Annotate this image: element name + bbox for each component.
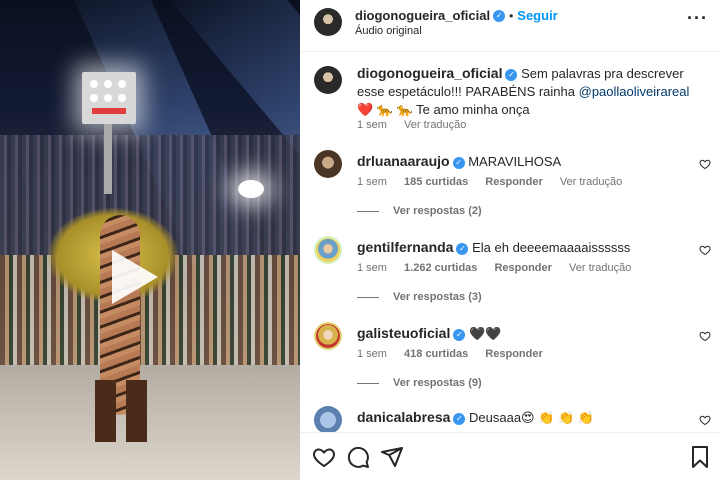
view-replies-label: Ver respostas (2) — [393, 205, 482, 217]
comment-likes[interactable]: 1.262 curtidas — [404, 262, 477, 274]
comment-body: 🖤🖤 — [468, 326, 502, 341]
like-comment-heart-icon[interactable] — [699, 414, 711, 426]
replies-divider — [357, 382, 379, 384]
caption-time[interactable]: 1 sem — [357, 119, 387, 131]
comment-item: danicalabresa ✓ Deusaaa😍 👏 👏 👏 — [300, 406, 720, 432]
bookmark-icon[interactable] — [688, 445, 712, 469]
share-icon[interactable] — [380, 445, 404, 469]
comment-username[interactable]: gentilfernanda — [357, 239, 453, 255]
view-replies-label: Ver respostas (3) — [393, 291, 482, 303]
comment-likes[interactable]: 418 curtidas — [404, 348, 468, 360]
comment-username[interactable]: galisteuoficial — [357, 325, 450, 341]
heart-icon[interactable] — [312, 445, 336, 469]
stadium-light — [238, 180, 264, 198]
commenter-avatar[interactable] — [314, 150, 342, 178]
comment-username[interactable]: danicalabresa — [357, 409, 450, 425]
translate-link[interactable]: Ver tradução — [569, 262, 631, 274]
verified-badge-icon: ✓ — [456, 242, 469, 255]
like-comment-heart-icon[interactable] — [699, 330, 711, 342]
comment-meta: 1 sem 185 curtidas Responder Ver traduçã… — [357, 176, 636, 188]
audio-label[interactable]: Áudio original — [355, 25, 422, 37]
comment-body: Ela eh deeeemaaaaissssss — [472, 240, 631, 255]
verified-badge-icon: ✓ — [452, 156, 465, 169]
caption-body-end: ❤️ 🐆 🐆 Te amo minha onça — [357, 102, 530, 117]
translate-link[interactable]: Ver tradução — [404, 119, 466, 131]
parade-floor — [0, 365, 300, 480]
comment-text: gentilfernanda ✓ Ela eh deeeemaaaaissssss — [357, 238, 630, 257]
comment-text: drluanaaraujo ✓ MARAVILHOSA — [357, 152, 561, 171]
comment-body: MARAVILHOSA — [468, 154, 562, 169]
post-media[interactable] — [0, 0, 300, 480]
comment-time[interactable]: 1 sem — [357, 348, 387, 360]
comment-likes[interactable]: 185 curtidas — [404, 176, 468, 188]
view-replies-button[interactable]: Ver respostas (3) — [357, 291, 482, 303]
comment-time[interactable]: 1 sem — [357, 176, 387, 188]
play-button[interactable] — [100, 240, 170, 314]
view-replies-button[interactable]: Ver respostas (2) — [357, 205, 482, 217]
view-replies-button[interactable]: Ver respostas (9) — [357, 377, 482, 389]
verified-badge-icon: ✓ — [505, 68, 518, 81]
comment-meta: 1 sem 1.262 curtidas Responder Ver tradu… — [357, 262, 645, 274]
comment-text: galisteuoficial ✓ 🖤🖤 — [357, 324, 501, 343]
like-comment-heart-icon[interactable] — [699, 158, 711, 170]
verified-badge-icon: ✓ — [453, 328, 466, 341]
caption-mention[interactable]: @paollaoliveirareal — [579, 84, 690, 99]
replies-divider — [357, 210, 379, 212]
commenter-avatar[interactable] — [314, 406, 342, 432]
stadium-light-tower — [82, 72, 136, 124]
like-comment-heart-icon[interactable] — [699, 244, 711, 256]
view-replies-label: Ver respostas (9) — [393, 377, 482, 389]
more-horizontal-icon[interactable]: ··· — [687, 8, 708, 29]
post-header: diogonogueira_oficial ✓ • Seguir Áudio orig… — [300, 0, 720, 52]
caption-meta: 1 sem Ver tradução — [357, 119, 480, 131]
verified-badge-icon: ✓ — [493, 9, 506, 22]
caption-username[interactable]: diogonogueira_oficial — [357, 65, 502, 81]
caption-text: diogonogueira_oficial ✓ Sem palavras pra … — [357, 64, 702, 119]
dancer-boots — [95, 380, 147, 442]
translate-link[interactable]: Ver tradução — [560, 176, 622, 188]
comment-body: Deusaaa😍 👏 👏 👏 — [469, 410, 595, 425]
caption-avatar[interactable] — [314, 66, 342, 94]
verified-badge-icon: ✓ — [453, 412, 466, 425]
reply-button[interactable]: Responder — [485, 176, 542, 188]
follow-button[interactable]: Seguir — [517, 8, 557, 23]
light-pole — [104, 124, 112, 194]
comment-text: danicalabresa ✓ Deusaaa😍 👏 👏 👏 — [357, 408, 594, 427]
action-bar — [300, 432, 720, 480]
comment-meta: 1 sem 418 curtidas Responder — [357, 348, 557, 360]
reply-button[interactable]: Responder — [485, 348, 542, 360]
comment-icon[interactable] — [346, 445, 370, 469]
author-avatar[interactable] — [314, 8, 342, 36]
comment-time[interactable]: 1 sem — [357, 262, 387, 274]
comment-username[interactable]: drluanaaraujo — [357, 153, 450, 169]
commenter-avatar[interactable] — [314, 236, 342, 264]
replies-divider — [357, 296, 379, 298]
commenter-avatar[interactable] — [314, 322, 342, 350]
reply-button[interactable]: Responder — [494, 262, 551, 274]
separator-dot: • — [509, 9, 514, 23]
post-details-panel: diogonogueira_oficial ✓ • Seguir Áudio orig… — [300, 0, 720, 480]
author-username[interactable]: diogonogueira_oficial — [355, 8, 490, 23]
